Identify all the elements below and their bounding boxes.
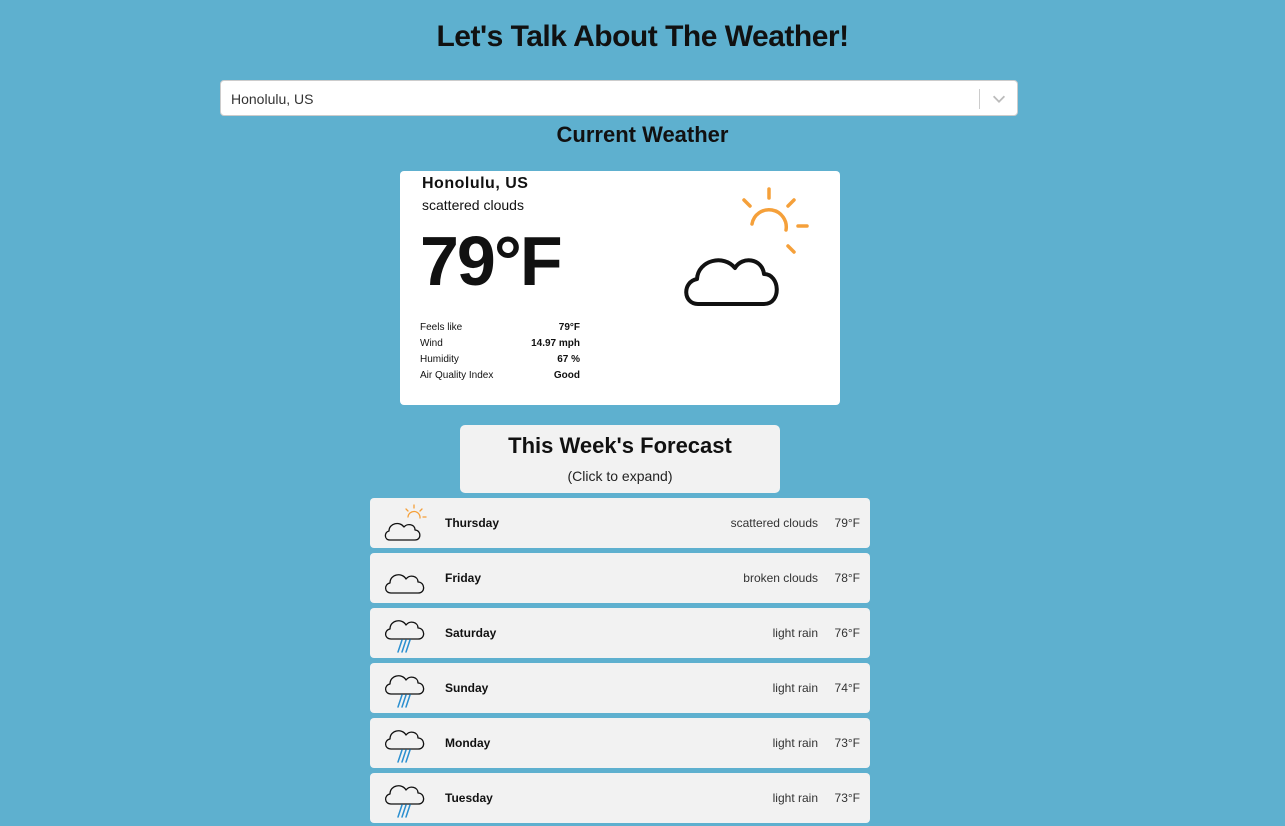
- rain-icon: [384, 730, 425, 763]
- forecast-day-row[interactable]: Tuesday light rain 73°F: [370, 773, 870, 823]
- current-temperature: 79°F: [420, 222, 563, 300]
- detail-label: Humidity: [420, 354, 459, 365]
- city-select-value: Honolulu, US: [231, 91, 314, 107]
- forecast-day-name: Monday: [445, 736, 491, 750]
- detail-value: 14.97 mph: [531, 338, 580, 349]
- chevron-down-icon[interactable]: [990, 90, 1008, 108]
- forecast-day-temp: 73°F: [834, 736, 860, 750]
- forecast-expand-button[interactable]: This Week's Forecast (Click to expand): [460, 425, 780, 493]
- current-weather-heading: Current Weather: [556, 122, 729, 147]
- forecast-day-temp: 76°F: [834, 626, 860, 640]
- rain-icon: [384, 785, 425, 818]
- partly-cloudy-icon: [684, 187, 809, 306]
- forecast-day-temp: 73°F: [834, 791, 860, 805]
- forecast-day-row[interactable]: Saturday light rain 76°F: [370, 608, 870, 658]
- forecast-day-name: Sunday: [445, 681, 489, 695]
- detail-label: Air Quality Index: [420, 370, 494, 381]
- detail-row: Wind 14.97 mph: [420, 338, 580, 354]
- forecast-day-description: scattered clouds: [730, 516, 818, 530]
- detail-label: Wind: [420, 338, 443, 349]
- forecast-day-name: Saturday: [445, 626, 497, 640]
- rain-icon: [384, 620, 425, 653]
- detail-row: Air Quality Index Good: [420, 370, 580, 386]
- partly-cloudy-icon: [384, 504, 427, 541]
- forecast-day-row[interactable]: Thursday scattered clouds 79°F: [370, 498, 870, 548]
- page-title: Let's Talk About The Weather!: [436, 20, 849, 53]
- forecast-day-row[interactable]: Friday broken clouds 78°F: [370, 553, 870, 603]
- forecast-day-name: Tuesday: [445, 791, 493, 805]
- detail-label: Feels like: [420, 322, 463, 333]
- forecast-subtitle: (Click to expand): [567, 468, 673, 484]
- forecast-day-temp: 78°F: [834, 571, 860, 585]
- current-city: Honolulu, US: [422, 175, 529, 192]
- rain-icon: [384, 675, 425, 708]
- forecast-title: This Week's Forecast: [508, 433, 732, 458]
- current-description: scattered clouds: [422, 197, 524, 213]
- forecast-day-temp: 79°F: [834, 516, 860, 530]
- forecast-day-description: light rain: [772, 791, 818, 805]
- city-select[interactable]: Honolulu, US: [220, 80, 1018, 116]
- forecast-day-description: broken clouds: [743, 571, 818, 585]
- detail-row: Feels like 79°F: [420, 322, 580, 338]
- detail-value: 79°F: [558, 322, 580, 333]
- forecast-day-description: light rain: [772, 626, 818, 640]
- forecast-day-description: light rain: [772, 681, 818, 695]
- forecast-day-row[interactable]: Sunday light rain 74°F: [370, 663, 870, 713]
- forecast-day-row[interactable]: Monday light rain 73°F: [370, 718, 870, 768]
- detail-value: 67 %: [557, 354, 580, 365]
- forecast-day-description: light rain: [772, 736, 818, 750]
- forecast-day-name: Friday: [445, 571, 482, 585]
- select-separator: [979, 89, 980, 109]
- forecast-day-name: Thursday: [445, 516, 500, 530]
- detail-value: Good: [553, 370, 580, 381]
- weather-details: Feels like 79°F Wind 14.97 mph Humidity …: [420, 322, 580, 386]
- forecast-day-temp: 74°F: [834, 681, 860, 695]
- current-weather-card: Honolulu, US scattered clouds 79°F Feels…: [400, 171, 840, 405]
- cloud-icon: [384, 574, 425, 594]
- detail-row: Humidity 67 %: [420, 354, 580, 370]
